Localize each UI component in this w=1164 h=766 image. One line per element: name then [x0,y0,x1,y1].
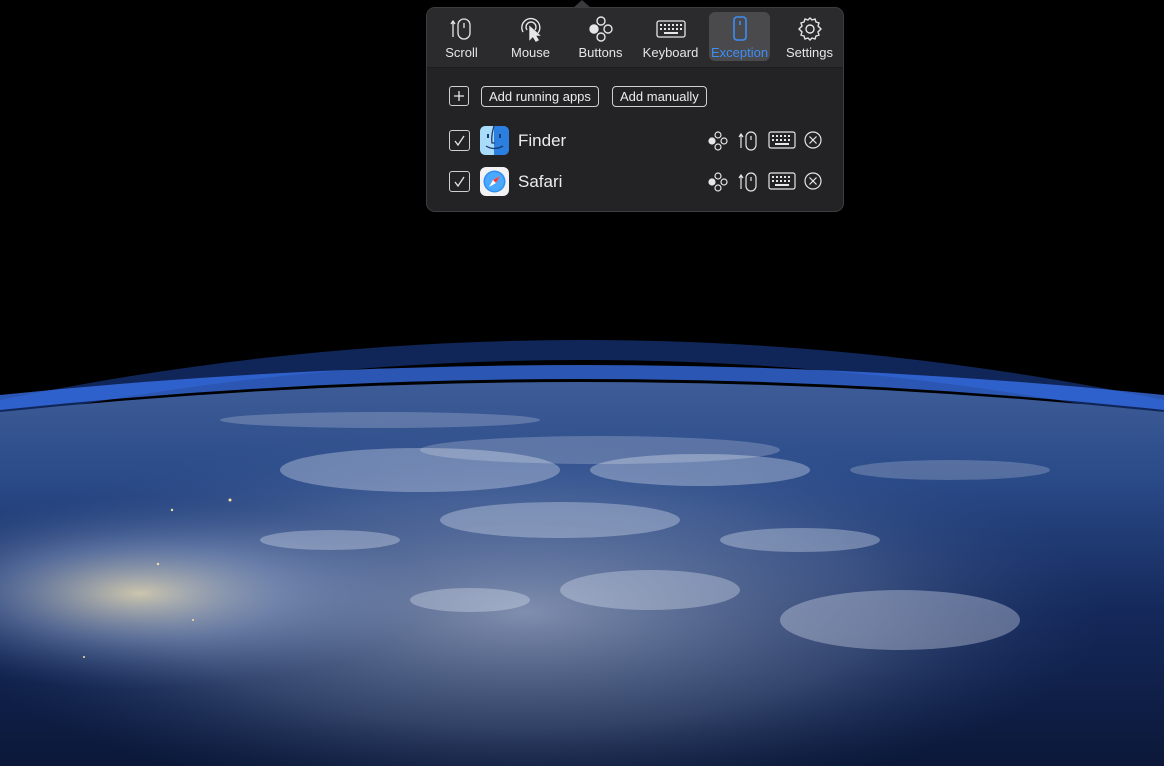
tab-buttons-label: Buttons [578,45,623,60]
app-enabled-checkbox[interactable] [449,171,470,192]
keyboard-icon [640,15,701,43]
exception-settings-popover: Scroll Mouse Buttons Keyboard Exception … [426,7,844,212]
tab-settings[interactable]: Settings [779,12,840,61]
scroll-exception-icon[interactable] [738,172,760,192]
mouse-icon [500,15,561,43]
tab-settings-label: Settings [786,45,833,60]
scroll-icon [431,15,492,43]
checkmark-icon [454,176,465,188]
tab-exception[interactable]: Exception [709,12,770,61]
add-app-button[interactable] [449,86,469,106]
remove-app-icon[interactable] [804,172,822,190]
add-manually-button[interactable]: Add manually [612,86,707,107]
tab-buttons[interactable]: Buttons [570,12,631,61]
keyboard-exception-icon[interactable] [768,131,796,149]
app-row-finder: Finder [449,126,825,156]
gear-icon [779,15,840,43]
app-name: Safari [518,172,563,191]
checkmark-icon [454,135,465,147]
app-enabled-checkbox[interactable] [449,130,470,151]
tab-exception-label: Exception [710,45,769,60]
tab-scroll[interactable]: Scroll [431,12,492,61]
plus-icon [454,91,464,101]
app-name: Finder [518,131,567,150]
buttons-exception-icon[interactable] [708,131,728,151]
tab-keyboard-label: Keyboard [642,45,699,60]
scroll-exception-icon[interactable] [738,131,760,151]
app-row-safari: Safari [449,167,825,197]
keyboard-exception-icon[interactable] [768,172,796,190]
settings-toolbar: Scroll Mouse Buttons Keyboard Exception … [427,8,843,68]
buttons-exception-icon[interactable] [708,172,728,192]
tab-scroll-label: Scroll [445,45,478,60]
tab-keyboard[interactable]: Keyboard [640,12,701,61]
tab-mouse[interactable]: Mouse [500,12,561,61]
safari-app-icon [480,167,509,196]
finder-app-icon [480,126,509,155]
buttons-icon [570,15,631,43]
remove-app-icon[interactable] [804,131,822,149]
exception-icon [709,15,770,43]
tab-mouse-label: Mouse [510,45,551,60]
add-running-apps-button[interactable]: Add running apps [481,86,599,107]
